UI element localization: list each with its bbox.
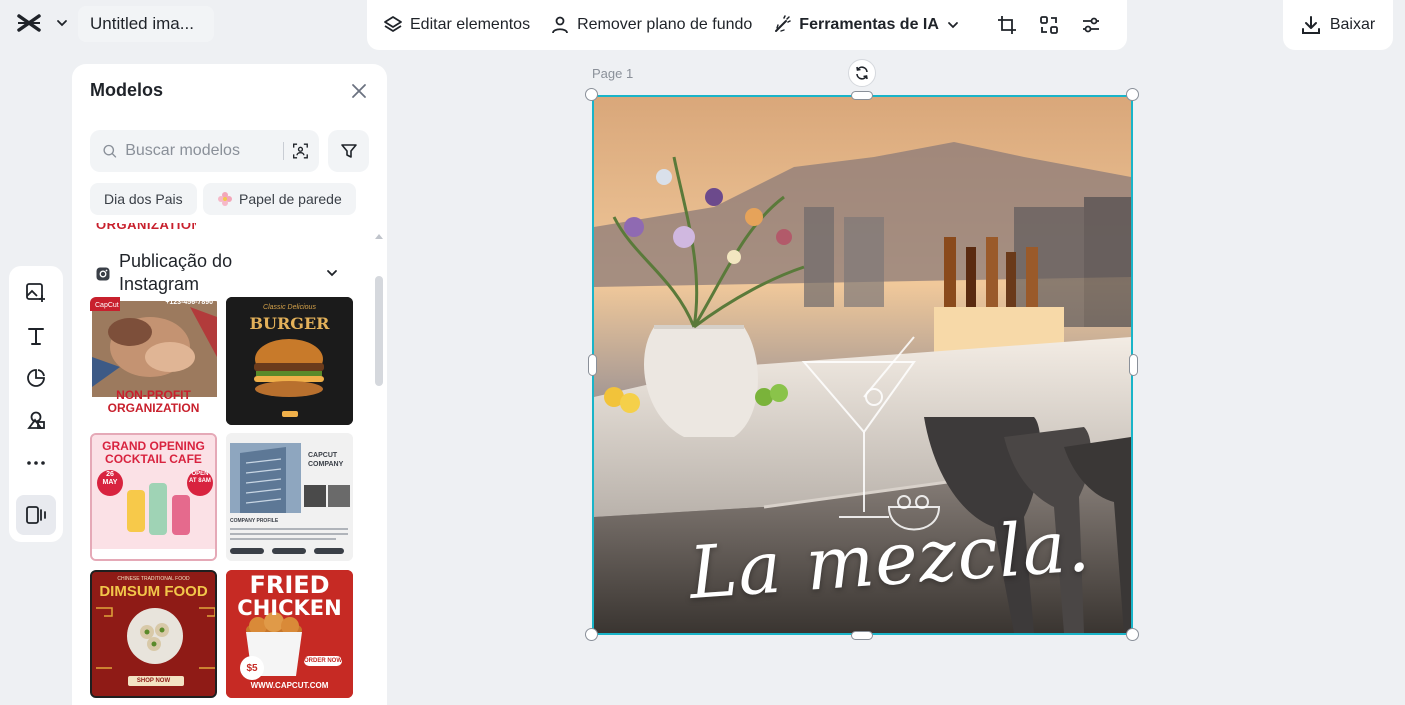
person-icon xyxy=(552,16,568,34)
image-search-icon[interactable] xyxy=(292,141,309,161)
chevron-down-icon xyxy=(948,22,958,29)
flower-icon xyxy=(218,192,232,206)
svg-text:CapCut: CapCut xyxy=(95,302,119,309)
template-title-1: CAPCUT xyxy=(308,452,338,459)
template-subtitle: Classic Delicious xyxy=(263,304,316,311)
template-fried-chicken[interactable]: FRIED CHICKEN $5 ORDER NOW WWW.CAPCUT.CO… xyxy=(226,570,353,698)
text-icon xyxy=(28,328,44,345)
template-title-1: NON-PROFIT xyxy=(116,388,191,402)
panel-scrollbar[interactable] xyxy=(375,276,383,386)
menu-chevron-down-icon[interactable] xyxy=(55,16,69,30)
template-title-2: COCKTAIL CAFE xyxy=(105,452,202,466)
section-title: Publicação do Instagram xyxy=(119,251,233,294)
resize-handle-top[interactable] xyxy=(851,91,873,100)
remove-background-button[interactable]: Remover plano de fundo xyxy=(550,0,752,50)
chip-label: Papel de parede xyxy=(239,191,342,207)
resize-handle-bottom[interactable] xyxy=(851,631,873,640)
template-phone: +123-456-7890 xyxy=(165,299,213,306)
chip-wallpaper[interactable]: Papel de parede xyxy=(203,183,356,215)
template-title-2: COMPANY xyxy=(308,461,344,468)
search-input[interactable] xyxy=(125,142,276,160)
previous-section-peek: ORGANIZATION xyxy=(96,223,196,235)
rail-add-image[interactable] xyxy=(16,272,56,312)
crop-icon xyxy=(997,16,1016,34)
template-url: WWW.CAPCUT.COM xyxy=(250,681,329,690)
rail-elements[interactable] xyxy=(16,400,56,440)
search-box[interactable] xyxy=(90,130,319,172)
canvas-image[interactable]: La mezcla. xyxy=(592,95,1133,635)
chip-label: Dia dos Pais xyxy=(104,191,183,207)
download-icon xyxy=(1301,16,1320,34)
rotate-handle[interactable] xyxy=(848,59,876,87)
resize-handle-right[interactable] xyxy=(1129,354,1138,376)
template-title: BURGER xyxy=(249,314,330,333)
template-date: 26 MAY xyxy=(102,471,118,486)
template-nonprofit[interactable]: CapCut NON-PROFIT ORGANIZATION +123-456-… xyxy=(90,297,217,425)
rotate-icon xyxy=(856,66,868,80)
ai-tools-button[interactable]: Ferramentas de IA xyxy=(772,0,960,50)
resize-handle-bottom-left[interactable] xyxy=(585,628,598,641)
layers-icon xyxy=(384,16,402,32)
capcut-logo-icon[interactable] xyxy=(16,12,42,34)
template-dimsum[interactable]: CHINESE TRADITIONAL FOOD DIMSUM FOOD SHO… xyxy=(90,570,217,698)
chevron-down-icon xyxy=(327,270,337,277)
template-caption: COMPANY PROFILE xyxy=(230,518,279,524)
document-title[interactable]: Untitled ima... xyxy=(78,6,214,42)
flip-button[interactable] xyxy=(1028,0,1070,50)
peek-text: ORGANIZATION xyxy=(96,223,196,232)
edit-elements-label: Editar elementos xyxy=(410,16,531,33)
templates-icon xyxy=(26,506,46,524)
ai-tools-label: Ferramentas de IA xyxy=(799,16,939,33)
template-button: ORDER NOW xyxy=(304,658,342,664)
resize-handle-left[interactable] xyxy=(588,354,597,376)
crop-button[interactable] xyxy=(986,0,1028,50)
adjust-button[interactable] xyxy=(1070,0,1112,50)
download-label: Baixar xyxy=(1329,16,1376,33)
filter-icon xyxy=(340,144,357,158)
download-button[interactable]: Baixar xyxy=(1283,0,1393,50)
page-label: Page 1 xyxy=(592,66,634,81)
sliders-icon xyxy=(1082,17,1099,33)
template-company[interactable]: CAPCUT COMPANY COMPANY PROFILE xyxy=(226,433,353,561)
magic-wand-icon xyxy=(775,15,792,32)
more-icon xyxy=(27,461,45,465)
pie-shape-icon xyxy=(27,369,45,387)
instagram-icon xyxy=(96,267,110,281)
rail-text[interactable] xyxy=(16,316,56,356)
scroll-up-icon[interactable] xyxy=(375,232,383,240)
rail-templates[interactable] xyxy=(16,495,56,535)
panel-title: Modelos xyxy=(90,80,164,100)
resize-handle-top-right[interactable] xyxy=(1126,88,1139,101)
chip-fathers-day[interactable]: Dia dos Pais xyxy=(90,183,197,215)
search-divider xyxy=(283,142,285,160)
template-price: $5 xyxy=(246,663,258,674)
top-toolbar: Editar elementos Remover plano de fundo … xyxy=(367,0,1127,50)
template-subtitle: CHINESE TRADITIONAL FOOD xyxy=(117,576,190,582)
template-title-1: FRIED xyxy=(249,571,330,599)
template-badge: OPEN AT 8AM xyxy=(189,471,211,484)
template-title-2: CHICKEN xyxy=(237,596,342,620)
template-title-2: ORGANIZATION xyxy=(107,401,200,415)
search-icon xyxy=(103,144,117,158)
edit-elements-button[interactable]: Editar elementos xyxy=(383,0,530,50)
filter-button[interactable] xyxy=(328,130,369,172)
template-burger[interactable]: Classic Delicious BURGER xyxy=(226,297,353,425)
close-icon[interactable] xyxy=(351,83,367,99)
template-title: DIMSUM FOOD xyxy=(99,583,208,600)
flip-icon xyxy=(1040,16,1058,34)
resize-handle-bottom-right[interactable] xyxy=(1126,628,1139,641)
template-button: SHOP NOW xyxy=(136,678,171,684)
remove-background-label: Remover plano de fundo xyxy=(577,16,753,33)
resize-handle-top-left[interactable] xyxy=(585,88,598,101)
elements-icon xyxy=(27,411,45,429)
image-add-icon xyxy=(26,283,45,302)
rail-more[interactable] xyxy=(16,443,56,483)
rail-shapes[interactable] xyxy=(16,358,56,398)
template-cocktail-cafe[interactable]: GRAND OPENING COCKTAIL CAFE 26 MAY OPEN … xyxy=(90,433,217,561)
tool-rail xyxy=(9,266,63,542)
